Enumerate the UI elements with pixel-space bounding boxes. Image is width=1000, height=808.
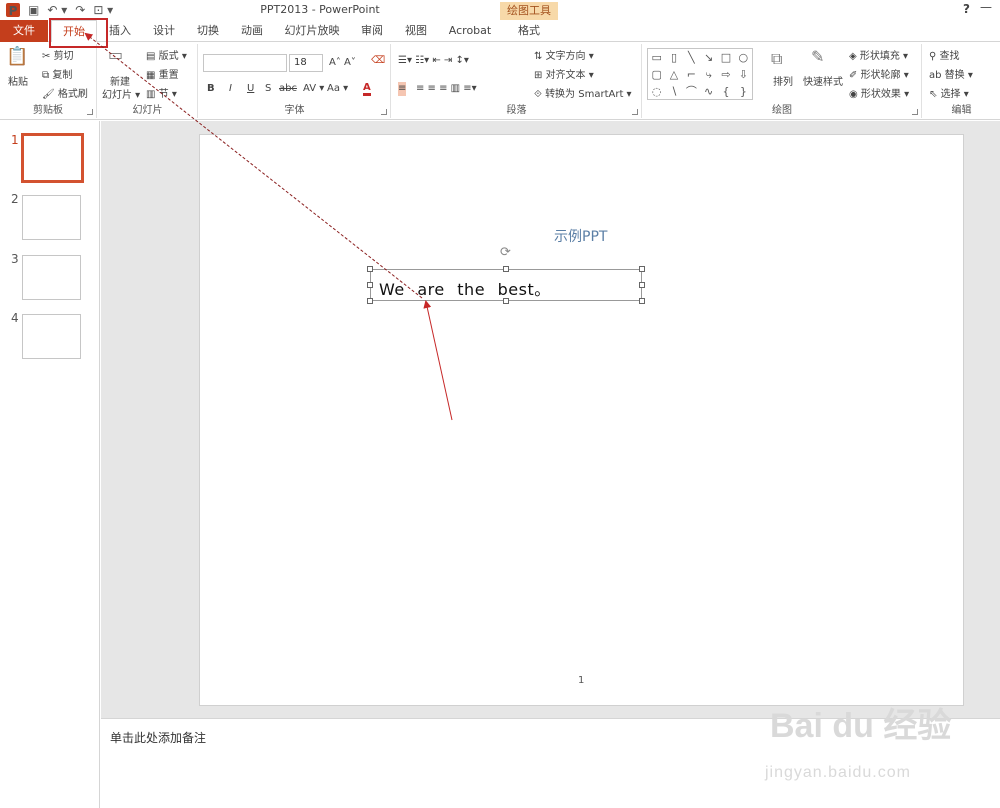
annotation-arrows [84,32,453,421]
annotation-arrow [423,300,453,421]
annotation-arrow [84,32,423,299]
